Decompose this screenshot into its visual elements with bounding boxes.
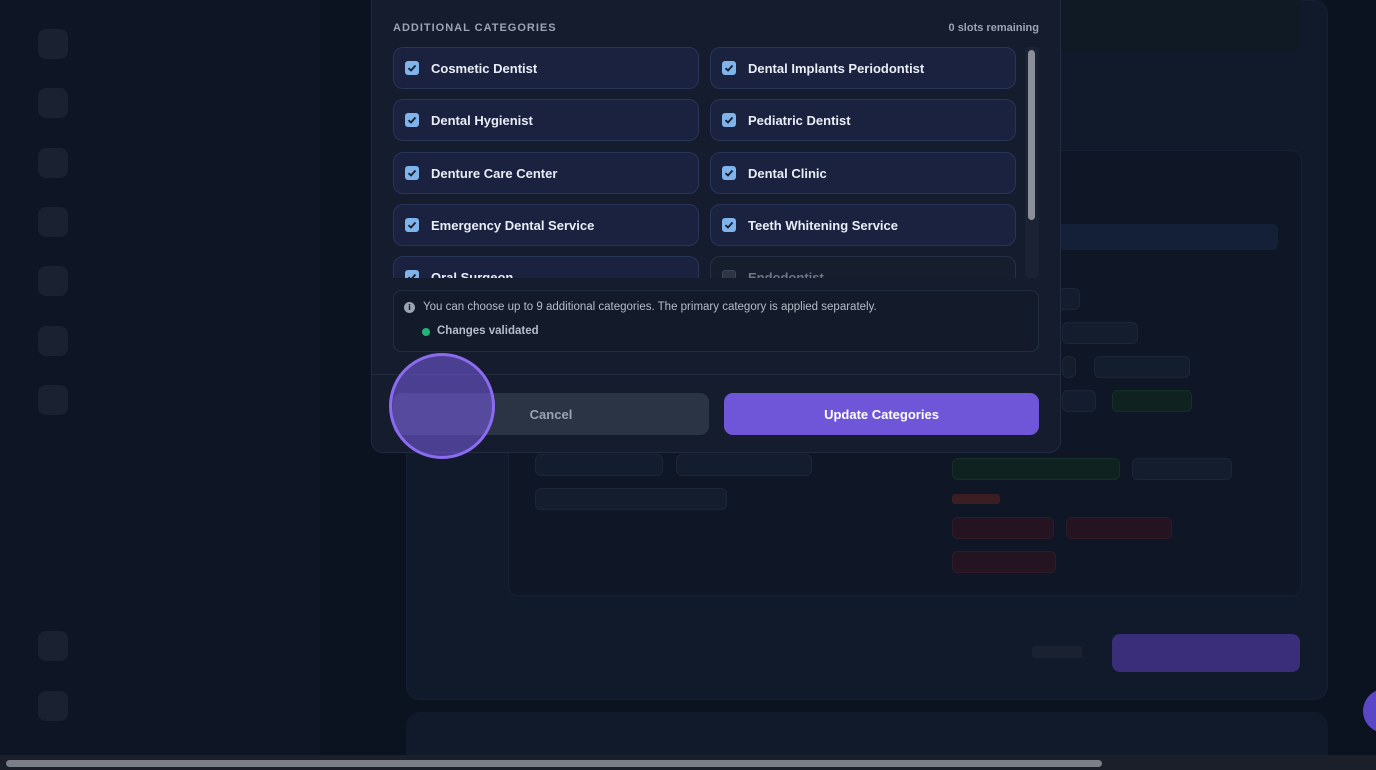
- category-label: Oral Surgeon: [431, 269, 514, 279]
- nav-icon: [38, 29, 68, 59]
- category-label: Emergency Dental Service: [431, 217, 595, 233]
- background-chip: [1062, 356, 1076, 378]
- background-chip: [1062, 390, 1096, 412]
- category-label: Endodontist: [748, 269, 824, 279]
- category-label: Cosmetic Dentist: [431, 60, 538, 76]
- category-list-scrollbar-thumb[interactable]: [1028, 50, 1035, 220]
- category-label: Teeth Whitening Service: [748, 217, 899, 233]
- category-option[interactable]: Cosmetic Dentist: [393, 47, 699, 89]
- background-chip: [535, 488, 727, 510]
- section-title: ADDITIONAL CATEGORIES: [393, 22, 557, 34]
- checkbox-checked-icon[interactable]: [405, 270, 419, 278]
- nav-icon: [38, 88, 68, 118]
- chat-launcher-button[interactable]: [1363, 689, 1376, 733]
- info-box: [393, 290, 1039, 352]
- background-chip: [535, 454, 663, 476]
- category-option[interactable]: Oral Surgeon: [393, 256, 699, 278]
- checkbox-unchecked-icon[interactable]: [722, 270, 736, 278]
- category-option[interactable]: Endodontist: [710, 256, 1016, 278]
- background-chip: [1132, 458, 1232, 480]
- category-label: Pediatric Dentist: [748, 112, 851, 128]
- category-option[interactable]: Dental Clinic: [710, 152, 1016, 194]
- background-chip: [676, 454, 812, 476]
- top-note: [1030, 0, 1302, 52]
- category-label: Dental Hygienist: [431, 112, 533, 128]
- sidebar-item[interactable]: [38, 688, 86, 724]
- checkbox-checked-icon[interactable]: [722, 61, 736, 75]
- category-option[interactable]: Dental Implants Periodontist: [710, 47, 1016, 89]
- category-option[interactable]: Teeth Whitening Service: [710, 204, 1016, 246]
- nav-icon: [38, 631, 68, 661]
- checkbox-checked-icon[interactable]: [722, 218, 736, 232]
- sidebar-item[interactable]: [38, 26, 86, 62]
- nav-icon: [38, 148, 68, 178]
- category-label: Dental Clinic: [748, 165, 827, 181]
- section-header: ADDITIONAL CATEGORIES 0 slots remaining: [393, 22, 1039, 34]
- checkbox-checked-icon[interactable]: [722, 113, 736, 127]
- background-chip: [1112, 390, 1192, 412]
- nav-icon: [38, 385, 68, 415]
- checkbox-checked-icon[interactable]: [722, 166, 736, 180]
- sidebar: [0, 0, 320, 755]
- category-list: Cosmetic Dentist Dental Implants Periodo…: [393, 47, 1039, 278]
- category-option[interactable]: Dental Hygienist: [393, 99, 699, 141]
- category-option[interactable]: Pediatric Dentist: [710, 99, 1016, 141]
- nav-icon: [38, 326, 68, 356]
- slots-remaining: 0 slots remaining: [948, 22, 1039, 34]
- validation-status: Changes validated: [437, 325, 539, 337]
- sidebar-item[interactable]: [38, 382, 86, 418]
- background-chip: [952, 517, 1054, 539]
- category-label: Denture Care Center: [431, 165, 558, 181]
- info-text: You can choose up to 9 additional catego…: [423, 301, 877, 313]
- background-label: [952, 494, 1000, 504]
- background-chip: [1062, 322, 1138, 344]
- background-chip: [1066, 517, 1172, 539]
- category-option[interactable]: Denture Care Center: [393, 152, 699, 194]
- nav-icon: [38, 691, 68, 721]
- checkbox-checked-icon[interactable]: [405, 61, 419, 75]
- background-chip: [1094, 356, 1190, 378]
- sidebar-item[interactable]: [38, 323, 86, 359]
- sidebar-item[interactable]: [38, 204, 86, 240]
- info-icon: i: [404, 302, 415, 313]
- update-categories-button[interactable]: Update Categories: [724, 393, 1039, 435]
- category-label: Dental Implants Periodontist: [748, 60, 925, 76]
- sidebar-item[interactable]: [38, 628, 86, 664]
- click-indicator: [389, 353, 495, 459]
- background-chip: [952, 458, 1120, 480]
- validated-status-dot: [422, 328, 430, 336]
- checkbox-checked-icon[interactable]: [405, 166, 419, 180]
- background-review-button: [1112, 634, 1300, 672]
- background-discard-button: [1032, 646, 1082, 658]
- sidebar-item[interactable]: [38, 85, 86, 121]
- sidebar-item[interactable]: [38, 145, 86, 181]
- horizontal-scrollbar-thumb[interactable]: [6, 760, 1102, 767]
- background-chip: [952, 551, 1056, 573]
- nav-icon: [38, 266, 68, 296]
- checkbox-checked-icon[interactable]: [405, 113, 419, 127]
- checkbox-checked-icon[interactable]: [405, 218, 419, 232]
- nav-icon: [38, 207, 68, 237]
- sidebar-item[interactable]: [38, 263, 86, 299]
- category-option[interactable]: Emergency Dental Service: [393, 204, 699, 246]
